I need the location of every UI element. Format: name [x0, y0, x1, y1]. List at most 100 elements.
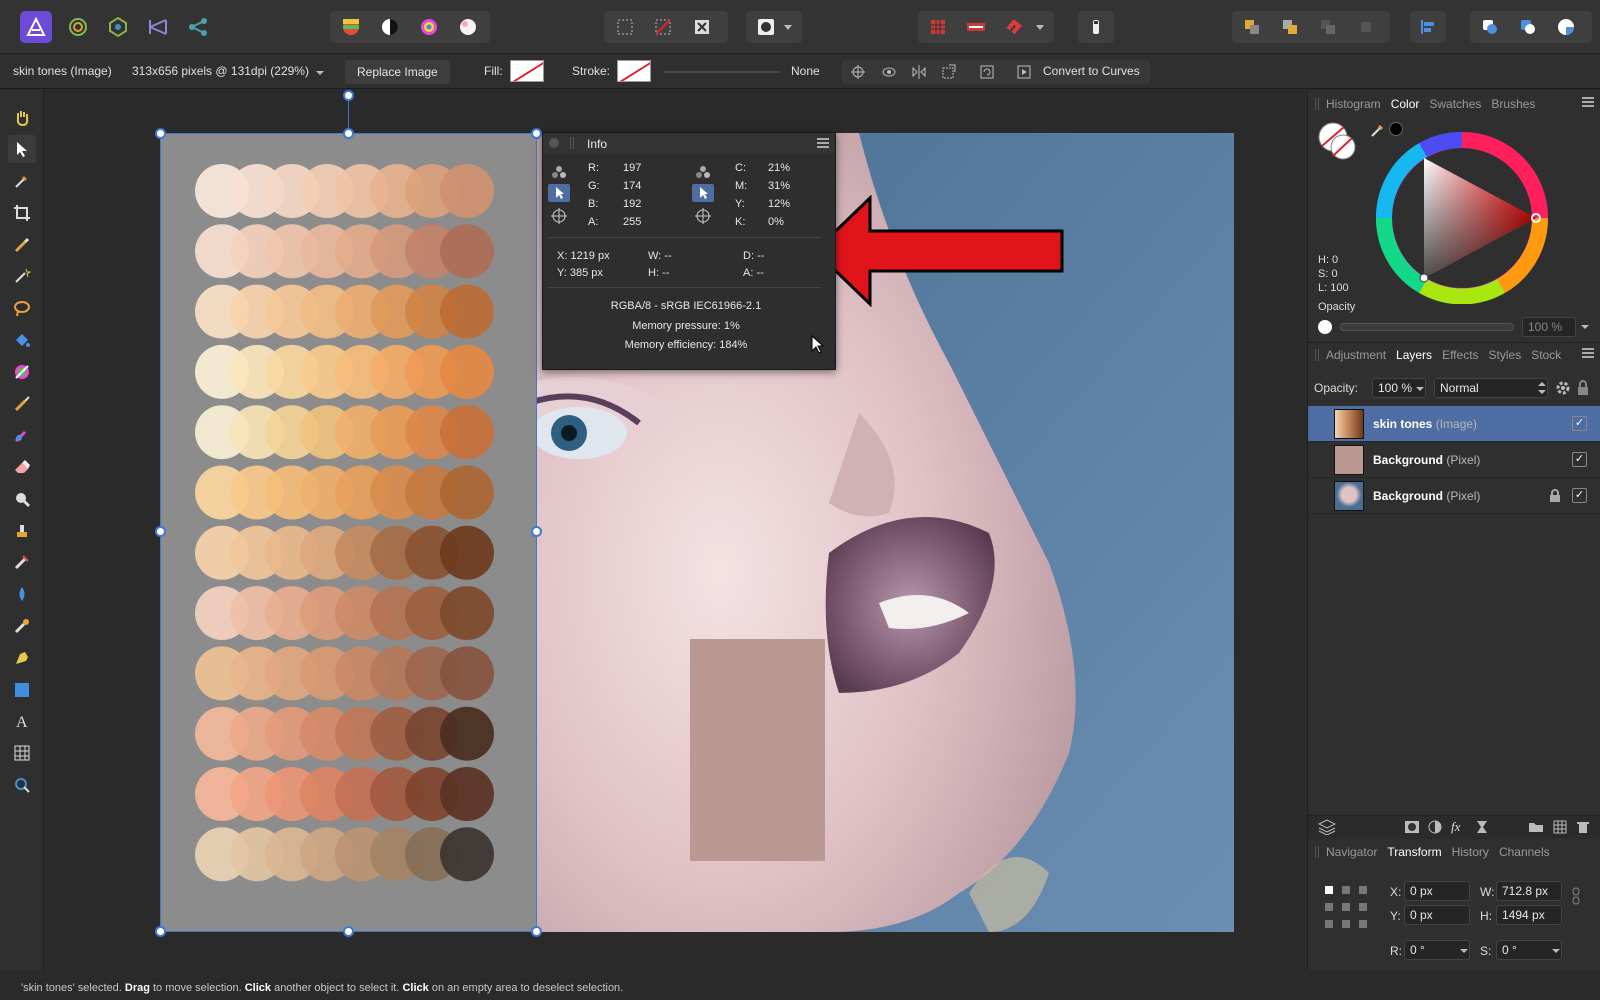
grid-icon[interactable]	[922, 11, 954, 43]
color-balance-icon[interactable]	[335, 11, 367, 43]
stroke-width-slider[interactable]	[664, 71, 779, 73]
chevron-down-icon[interactable]	[778, 11, 798, 43]
trash-icon[interactable]	[1576, 820, 1590, 834]
selection-brush-tool-icon[interactable]	[8, 231, 36, 259]
close-icon[interactable]	[549, 138, 559, 148]
pointer-source-icon-2[interactable]	[692, 184, 714, 202]
live-filter-icon[interactable]	[1475, 820, 1489, 834]
color-mode-icon[interactable]	[551, 164, 567, 180]
layer-visibility-checkbox[interactable]: ✓	[1572, 452, 1587, 467]
resize-handle-bottom[interactable]	[343, 926, 354, 937]
tab-layers[interactable]: Layers	[1396, 348, 1432, 362]
layer-visibility-checkbox[interactable]: ✓	[1572, 416, 1587, 431]
transform-x-field[interactable]: 0 px	[1404, 881, 1470, 901]
tab-transform[interactable]: Transform	[1387, 845, 1441, 859]
replace-image-button[interactable]: Replace Image	[345, 60, 450, 84]
stroke-swatch[interactable]	[617, 60, 651, 82]
resize-handle-bottom-right[interactable]	[531, 926, 542, 937]
dodge-tool-icon[interactable]	[8, 612, 36, 640]
resize-handle-top-right[interactable]	[531, 128, 542, 139]
opacity-field[interactable]: 100 %	[1522, 317, 1576, 337]
crop-tool-icon[interactable]	[8, 199, 36, 227]
develop-persona-icon[interactable]	[102, 11, 134, 43]
eye-icon[interactable]	[881, 64, 897, 80]
tone-mapping-persona-icon[interactable]	[142, 11, 174, 43]
clone-tool-icon[interactable]	[8, 517, 36, 545]
snapping-magnet-icon[interactable]	[998, 11, 1030, 43]
move-back-icon[interactable]	[1274, 11, 1306, 43]
subtract-shapes-icon[interactable]	[1512, 11, 1544, 43]
force-pixel-alignment-icon[interactable]	[960, 11, 992, 43]
black-white-icon[interactable]	[374, 11, 406, 43]
fill-tool-icon[interactable]	[8, 326, 36, 354]
app-logo-icon[interactable]	[20, 11, 52, 43]
flood-select-tool-icon[interactable]	[8, 262, 36, 290]
marquee-icon[interactable]	[609, 11, 641, 43]
anchor-point-selector[interactable]	[1324, 885, 1368, 929]
tab-navigator[interactable]: Navigator	[1326, 845, 1377, 859]
transform-y-field[interactable]: 0 px	[1404, 905, 1470, 925]
resize-handle-left[interactable]	[155, 526, 166, 537]
resize-handle-bottom-left[interactable]	[155, 926, 166, 937]
assistant-icon[interactable]	[1080, 11, 1112, 43]
transform-origin-icon[interactable]	[941, 64, 957, 80]
gradient-tool-icon[interactable]	[8, 358, 36, 386]
target-icon-2[interactable]	[694, 207, 712, 225]
color-mode-icon-2[interactable]	[695, 164, 711, 180]
layers-stack-icon[interactable]	[1318, 819, 1336, 835]
convert-to-curves-button[interactable]: Convert to Curves	[1043, 64, 1140, 78]
panel-grip-icon[interactable]	[1315, 349, 1319, 361]
resize-handle-right[interactable]	[531, 526, 542, 537]
text-tool-icon[interactable]: A	[8, 707, 36, 735]
tab-stock[interactable]: Stock	[1531, 348, 1561, 362]
layer-lock-icon[interactable]	[1549, 489, 1561, 503]
hsl-icon[interactable]	[413, 11, 445, 43]
link-aspect-icon[interactable]	[1572, 887, 1580, 905]
layer-row-skin-tones[interactable]: skin tones (Image) ✓	[1308, 406, 1600, 442]
lock-icon[interactable]	[1576, 380, 1590, 396]
paint-brush-tool-icon[interactable]	[8, 390, 36, 418]
crosshair-icon[interactable]	[850, 64, 866, 80]
move-to-back-icon[interactable]	[1236, 11, 1268, 43]
color-picker-tool-icon[interactable]	[8, 167, 36, 195]
tab-styles[interactable]: Styles	[1489, 348, 1522, 362]
mesh-warp-tool-icon[interactable]	[8, 739, 36, 767]
transform-h-field[interactable]: 1494 px	[1496, 905, 1562, 925]
panel-menu-icon[interactable]	[817, 138, 829, 148]
image-info-label[interactable]: 313x656 pixels @ 131dpi (229%)	[132, 64, 309, 78]
panel-menu-icon[interactable]	[1582, 348, 1594, 358]
freehand-selection-tool-icon[interactable]	[8, 294, 36, 322]
panel-menu-icon[interactable]	[1582, 97, 1594, 107]
folder-icon[interactable]	[1528, 821, 1544, 833]
move-tool-icon[interactable]	[8, 135, 36, 163]
fill-swatch[interactable]	[510, 60, 544, 82]
image-info-chevron-icon[interactable]	[316, 69, 324, 77]
selection-bounding-box[interactable]	[160, 133, 537, 932]
panel-grip-icon[interactable]	[1315, 846, 1319, 858]
target-icon[interactable]	[550, 207, 568, 225]
tab-effects[interactable]: Effects	[1442, 348, 1478, 362]
tab-swatches[interactable]: Swatches	[1429, 97, 1481, 111]
intersect-shapes-icon[interactable]	[1550, 11, 1582, 43]
tab-color[interactable]: Color	[1391, 97, 1420, 111]
eraser-tool-icon[interactable]	[8, 453, 36, 481]
invert-selection-icon[interactable]	[686, 11, 718, 43]
zoom-tool-icon[interactable]	[8, 771, 36, 799]
panel-grip-icon[interactable]	[1315, 98, 1319, 110]
layer-opacity-chevron-icon[interactable]	[1416, 385, 1424, 393]
liquify-persona-icon[interactable]	[62, 11, 94, 43]
pen-tool-icon[interactable]	[8, 644, 36, 672]
rotation-handle[interactable]	[343, 90, 354, 101]
transform-w-field[interactable]: 712.8 px	[1496, 881, 1562, 901]
export-persona-icon[interactable]	[182, 11, 214, 43]
blend-mode-stepper-icon[interactable]	[1538, 381, 1546, 395]
resize-handle-top-left[interactable]	[155, 128, 166, 139]
tab-history[interactable]: History	[1452, 845, 1489, 859]
blur-tool-icon[interactable]	[8, 485, 36, 513]
fx-icon[interactable]: fx	[1451, 819, 1460, 835]
shear-chevron-icon[interactable]	[1552, 947, 1560, 955]
rotate-icon[interactable]	[979, 64, 995, 80]
move-to-front-icon[interactable]	[1350, 11, 1382, 43]
opacity-slider[interactable]	[1340, 323, 1514, 331]
mask-layer-icon[interactable]	[1404, 820, 1420, 834]
